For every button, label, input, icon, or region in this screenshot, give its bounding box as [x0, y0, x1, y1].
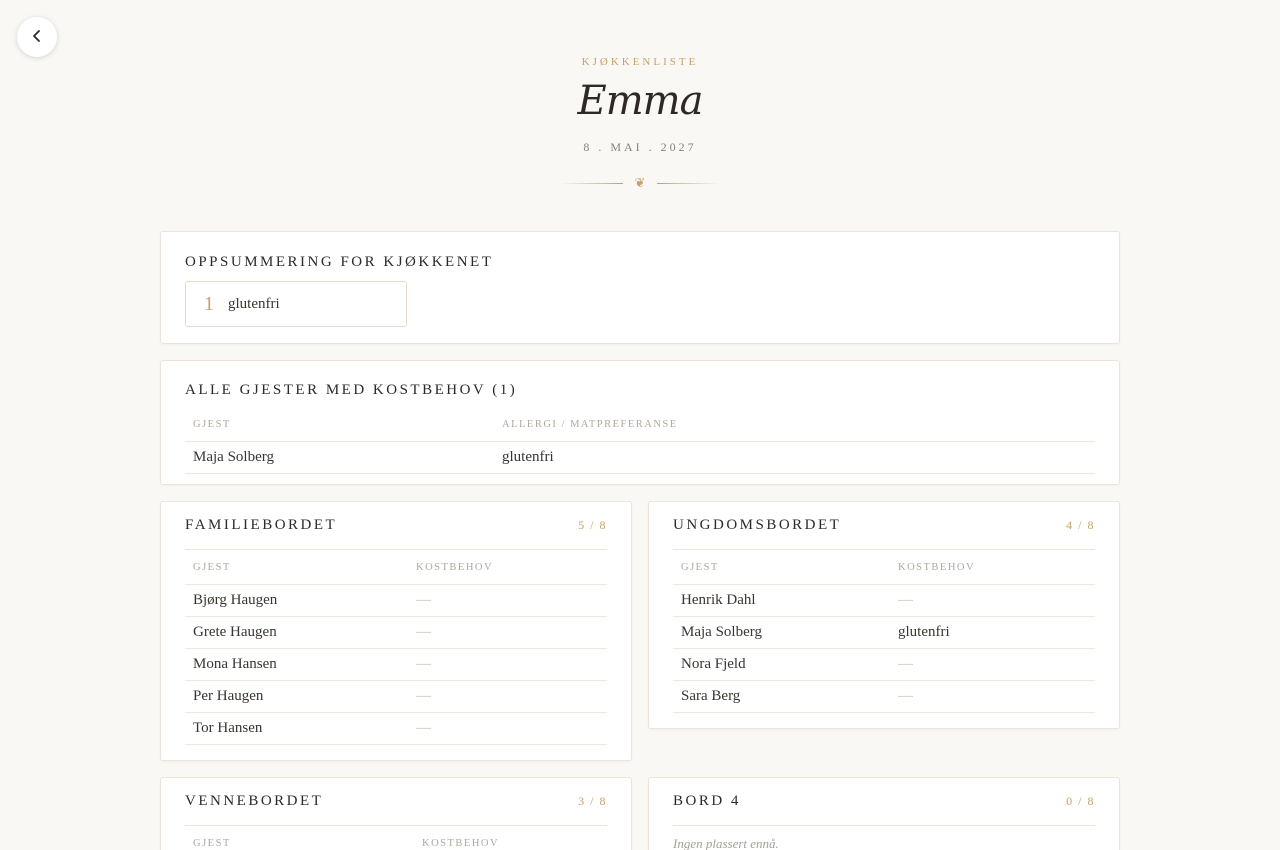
guest-name: Henrik Dahl [673, 584, 890, 617]
seat-count: 4 / 8 [1066, 518, 1095, 532]
table-row: Sara Berg — [673, 680, 1095, 713]
guest-table: GJEST KOSTBEHOV Bjørg Haugen — Grete Hau… [185, 552, 607, 745]
table-header-row: GJEST KOSTBEHOV [673, 552, 1095, 585]
event-date: 8 . MAI . 2027 [583, 140, 697, 154]
column-header-diet: KOSTBEHOV [890, 552, 1095, 585]
empty-table-note: Ingen plassert ennå. [673, 836, 779, 850]
guest-name: Mona Hansen [185, 648, 408, 681]
guest-name: Bjørg Haugen [185, 584, 408, 617]
summary-card: OPPSUMMERING FOR KJØKKENET 1 glutenfri [160, 231, 1120, 344]
table-card-header: BORD 4 0 / 8 [673, 778, 1095, 826]
table-card-ungdomsbordet: UNGDOMSBORDET 4 / 8 GJEST KOSTBEHOV Henr… [648, 501, 1120, 729]
divider-line-right [657, 183, 722, 184]
table-header-row: GJEST KOSTBEHOV [185, 828, 607, 850]
table-card-title: VENNEBORDET [185, 793, 324, 809]
divider-ornament: ❦ [0, 177, 1280, 190]
table-header-row: GJEST KOSTBEHOV [185, 552, 607, 585]
table-row: Nora Fjeld — [673, 648, 1095, 681]
table-card-title: BORD 4 [673, 793, 741, 809]
guest-table: GJEST KOSTBEHOV Henrik Dahl — Maja Solbe… [673, 552, 1095, 713]
table-row: Maja Solberg glutenfri [185, 441, 1095, 474]
seat-count: 3 / 8 [578, 794, 607, 808]
guest-diet: — [408, 712, 607, 745]
page-header: KJØKKENLISTE Emma 8 . MAI . 2027 ❦ [0, 56, 1280, 190]
table-row: Grete Haugen — [185, 616, 607, 649]
guest-table: GJEST KOSTBEHOV [185, 828, 607, 850]
all-guests-card: ALLE GJESTER MED KOSTBEHOV (1) GJEST ALL… [160, 360, 1120, 485]
table-row: Henrik Dahl — [673, 584, 1095, 617]
all-guests-table: GJEST ALLERGI / MATPREFERANSE Maja Solbe… [185, 409, 1095, 474]
table-card-bord-4: BORD 4 0 / 8 Ingen plassert ennå. [648, 777, 1120, 850]
table-row: Tor Hansen — [185, 712, 607, 745]
all-guests-title: ALLE GJESTER MED KOSTBEHOV (1) [185, 382, 518, 398]
table-card-vennebordet: VENNEBORDET 3 / 8 GJEST KOSTBEHOV [160, 777, 632, 850]
table-card-header: FAMILIEBORDET 5 / 8 [185, 502, 607, 550]
table-row: Per Haugen — [185, 680, 607, 713]
table-header-row: GJEST ALLERGI / MATPREFERANSE [185, 409, 1095, 442]
guest-diet: — [890, 680, 1095, 713]
guest-diet: — [890, 584, 1095, 617]
table-card-familiebordet: FAMILIEBORDET 5 / 8 GJEST KOSTBEHOV Bjør… [160, 501, 632, 761]
table-row: Bjørg Haugen — [185, 584, 607, 617]
guest-diet: glutenfri [890, 616, 1095, 649]
table-row: Maja Solberg glutenfri [673, 616, 1095, 649]
guest-name: Maja Solberg [673, 616, 890, 649]
summary-chip-label: glutenfri [228, 295, 280, 312]
divider-line-left [558, 183, 623, 184]
seat-count: 5 / 8 [578, 518, 607, 532]
guest-name: Maja Solberg [185, 441, 494, 474]
seat-count: 0 / 8 [1066, 794, 1095, 808]
guest-preference: glutenfri [494, 441, 1095, 474]
column-header-guest: GJEST [673, 552, 890, 585]
chevron-left-icon [30, 28, 44, 47]
back-button[interactable] [17, 17, 57, 57]
table-card-header: UNGDOMSBORDET 4 / 8 [673, 502, 1095, 550]
fleuron-icon: ❦ [634, 176, 646, 191]
column-header-diet: KOSTBEHOV [408, 552, 607, 585]
guest-name: Per Haugen [185, 680, 408, 713]
guest-name: Grete Haugen [185, 616, 408, 649]
guest-diet: — [408, 584, 607, 617]
column-header-guest: GJEST [185, 552, 408, 585]
guest-diet: — [890, 648, 1095, 681]
column-header-guest: GJEST [185, 409, 494, 442]
guest-diet: — [408, 680, 607, 713]
column-header-guest: GJEST [185, 828, 414, 850]
guest-diet: — [408, 616, 607, 649]
page-eyebrow: KJØKKENLISTE [581, 56, 699, 68]
summary-title: OPPSUMMERING FOR KJØKKENET [185, 254, 494, 270]
column-header-preference: ALLERGI / MATPREFERANSE [494, 409, 1095, 442]
table-card-title: FAMILIEBORDET [185, 517, 338, 533]
guest-name: Sara Berg [673, 680, 890, 713]
table-card-title: UNGDOMSBORDET [673, 517, 842, 533]
guest-name: Nora Fjeld [673, 648, 890, 681]
guest-name: Tor Hansen [185, 712, 408, 745]
guest-diet: — [408, 648, 607, 681]
summary-chip-count: 1 [204, 292, 214, 315]
column-header-diet: KOSTBEHOV [414, 828, 607, 850]
table-row: Mona Hansen — [185, 648, 607, 681]
page-title: Emma [577, 78, 704, 124]
table-card-header: VENNEBORDET 3 / 8 [185, 778, 607, 826]
summary-chip: 1 glutenfri [185, 281, 407, 327]
